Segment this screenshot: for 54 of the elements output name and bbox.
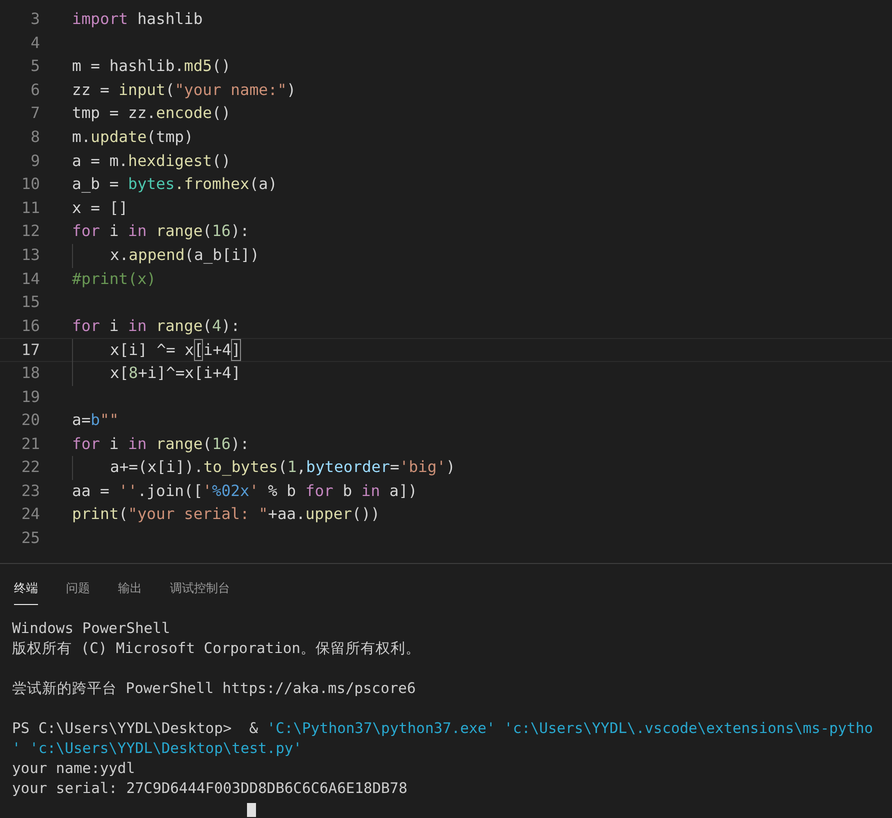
code-line: x.append(a_b[i]) (72, 244, 260, 268)
line-number: 23 (20, 480, 40, 502)
line-number: 20 (20, 410, 40, 432)
panel-tab[interactable]: 终端 (14, 576, 38, 605)
terminal-cursor (247, 803, 256, 817)
line-number: 12 (20, 221, 40, 242)
terminal-line: Windows PowerShell (12, 619, 172, 639)
code-line: zz = input("your name:") (72, 80, 296, 101)
line-number: 4 (30, 32, 40, 54)
code-line: for i in range(16): (72, 434, 250, 455)
line-number: 10 (20, 174, 40, 196)
code-line: print("your serial: "+aa.upper()) (72, 504, 380, 526)
panel-tab[interactable]: 调试控制台 (170, 576, 230, 605)
terminal-line: ' 'c:\Users\YYDL\Desktop\test.py' (12, 739, 303, 759)
terminal-line: PS C:\Users\YYDL\Desktop> & 'C:\Python37\python37.exe' 'c:\Users\YYDL\.vscode\extensions\ms-pytho (12, 719, 874, 739)
terminal-line: 版权所有 (C) Microsoft Corporation。保留所有权利。 (12, 639, 422, 659)
code-line: for i in range(4): (72, 316, 240, 337)
terminal-line: your serial: 27C9D6444F003DD8DB6C6C6A6E18DB78 (12, 779, 408, 799)
code-line: x[8+i]^=x[i+4] (72, 362, 241, 386)
line-number: 8 (30, 126, 40, 148)
line-number: 17 (20, 340, 40, 361)
line-number: 7 (30, 103, 40, 124)
terminal-line: your name:yydl (12, 759, 136, 779)
code-line: x = [] (72, 198, 128, 219)
code-line: m.update(tmp) (72, 126, 194, 148)
line-number: 22 (20, 457, 40, 478)
line-number: 18 (20, 362, 40, 384)
line-number: 9 (30, 150, 40, 172)
line-number: 3 (30, 9, 40, 30)
line-number: 13 (20, 244, 40, 266)
line-number: 21 (20, 434, 40, 455)
line-number: 5 (30, 56, 40, 78)
line-number: 19 (20, 386, 40, 408)
code-line: #print(x) (72, 268, 156, 290)
code-line: tmp = zz.encode() (72, 103, 231, 124)
code-line: a_b = bytes.fromhex(a) (72, 174, 278, 196)
code-line: import hashlib (72, 9, 203, 30)
code-line: m = hashlib.md5() (72, 56, 231, 78)
line-number: 14 (20, 268, 40, 290)
line-number: 11 (20, 198, 40, 219)
line-number: 6 (30, 80, 40, 101)
code-line: a+=(x[i]).to_bytes(1,byteorder='big') (72, 456, 456, 480)
terminal-line: 尝试新的跨平台 PowerShell https://aka.ms/pscore6 (12, 679, 417, 699)
line-number: 25 (20, 528, 40, 550)
code-line: a = m.hexdigest() (72, 150, 231, 172)
code-line: for i in range(16): (72, 221, 250, 242)
line-number: 15 (20, 292, 40, 314)
code-line: a=b"" (72, 410, 119, 432)
panel-tab[interactable]: 输出 (118, 576, 142, 605)
line-number: 24 (20, 504, 40, 526)
code-line: aa = ''.join(['%02x' % b for b in a]) (72, 480, 418, 502)
line-number: 16 (20, 316, 40, 337)
panel-tab[interactable]: 问题 (66, 576, 90, 605)
code-line: x[i] ^= x[i+4] (72, 339, 241, 361)
